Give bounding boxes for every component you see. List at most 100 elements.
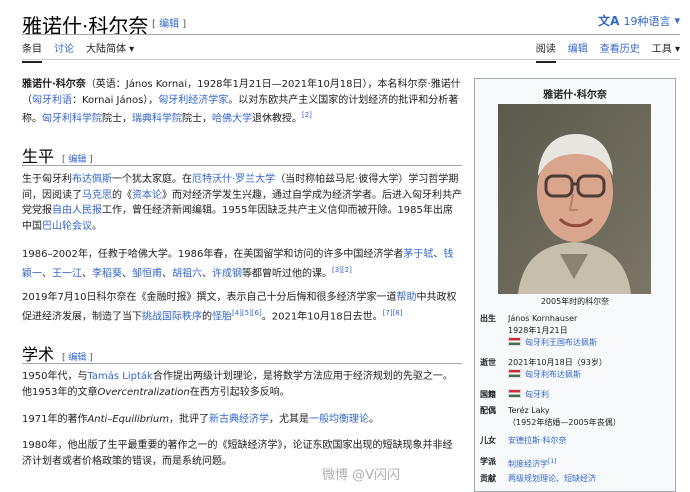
row-value: 2021年10月18日（93岁） 匈牙利布达佩斯 xyxy=(508,357,668,381)
link-person[interactable]: 许成钢 xyxy=(212,268,242,279)
language-selector[interactable]: 文A 19种语言 ▾ xyxy=(598,12,680,29)
text: 1971年的著作 xyxy=(22,414,88,425)
row-value: Teréz Laky （1952年结婚—2005年丧偶） xyxy=(508,405,668,429)
life-paragraph-2: 1986–2002年，任教于哈佛大学。1986年春，在美国留学和访问的许多中国经… xyxy=(22,247,462,281)
link-institutional-economics[interactable]: 制度经济学 xyxy=(508,460,548,469)
row-label: 出生 xyxy=(480,314,496,323)
link-harvard[interactable]: 哈佛大学 xyxy=(212,113,252,124)
intro-text: 院士， xyxy=(182,113,212,125)
title-edit-link[interactable]: [ 编辑 ] xyxy=(152,15,186,30)
infobox-title: 雅诺什·科尔奈 xyxy=(543,90,607,101)
text: 2019年7月10日科尔奈在《金融时报》撰文，表示自己十分后悔和很多经济学家一道 xyxy=(22,292,397,303)
separator: 、 xyxy=(202,267,212,279)
section-heading-life: 生平 [ 编辑 ] xyxy=(22,143,93,167)
section-divider xyxy=(22,363,462,364)
text: 生于匈牙利 xyxy=(22,174,72,185)
hungary-flag-icon xyxy=(508,389,521,398)
spouse-years: （1952年结婚—2005年丧偶） xyxy=(508,418,621,427)
section-heading-academic: 学术 [ 编辑 ] xyxy=(22,341,93,365)
link-person[interactable]: 李稻葵 xyxy=(92,268,122,279)
text: ，批评了 xyxy=(169,414,209,425)
section-edit-link[interactable]: [ 编辑 ] xyxy=(62,155,93,165)
reference-link[interactable]: [3][2] xyxy=(332,266,352,274)
row-value: 匈牙利 xyxy=(508,389,668,401)
academic-paragraph-2: 1971年的著作Anti–Equilibrium，批评了新古典经济学，尤其是一般… xyxy=(22,412,462,428)
infobox-row-spouse: 配偶 Teréz Laky （1952年结婚—2005年丧偶） xyxy=(480,405,668,429)
link-szabad-nep[interactable]: 自由人民报 xyxy=(52,205,102,216)
link-birthplace[interactable]: 匈牙利王国布达佩斯 xyxy=(525,338,597,347)
link-nationality[interactable]: 匈牙利 xyxy=(525,390,549,399)
link-challenge-order[interactable]: 挑战国际秩序 xyxy=(142,311,202,322)
reference-link[interactable]: [2] xyxy=(302,111,312,119)
portrait-image[interactable] xyxy=(498,104,651,294)
life-paragraph-1: 生于匈牙利布达佩斯一个犹太家庭。在厄特沃什·罗兰大学（当时称帕兹马尼·彼得大学）… xyxy=(22,172,462,234)
chevron-down-icon: ▾ xyxy=(674,14,680,27)
link-help[interactable]: 帮助 xyxy=(397,292,417,303)
link-freak[interactable]: 怪胎 xyxy=(212,311,232,322)
row-value: 两级规划理论、短缺经济 xyxy=(508,473,668,485)
link-budapest[interactable]: 布达佩斯 xyxy=(72,174,112,185)
link-hungarian-academy[interactable]: 匈牙利科学院 xyxy=(42,113,102,124)
infobox-row-born: 出生 János Kornhauser 1928年1月21日匈牙利王国布达佩斯 xyxy=(480,313,668,349)
section-title: 生平 xyxy=(22,147,55,166)
link-swedish-academy[interactable]: 瑞典科学院 xyxy=(132,113,182,124)
academic-paragraph-1: 1950年代，与Tamás Lipták合作提出两级计划理论，是将数学方法应用于… xyxy=(22,369,462,400)
spouse-name: Teréz Laky xyxy=(508,406,550,415)
link-elte[interactable]: 厄特沃什·罗兰大学 xyxy=(192,174,275,185)
text: 。 xyxy=(369,414,379,425)
intro-text: ：Kornai János）， xyxy=(72,94,159,106)
infobox-row-children: 儿女 安德拉斯·科尔奈 xyxy=(480,435,668,447)
text: ，尤其是 xyxy=(269,414,309,425)
link-deathplace[interactable]: 匈牙利布达佩斯 xyxy=(525,370,581,379)
reference-link[interactable]: [1] xyxy=(548,458,557,465)
text: 等都曾听过他的课。 xyxy=(242,267,332,279)
infobox-row-contributions: 贡献 两级规划理论、短缺经济 xyxy=(480,473,668,485)
title-edit-label[interactable]: 编辑 xyxy=(159,19,179,30)
link-person[interactable]: 胡祖六 xyxy=(172,268,202,279)
language-count: 19种语言 xyxy=(623,14,671,28)
section-title: 学术 xyxy=(22,345,55,364)
reference-link[interactable]: [7][8] xyxy=(383,309,403,317)
infobox-row-died: 逝世 2021年10月18日（93岁） 匈牙利布达佩斯 xyxy=(480,357,668,381)
link-liptak[interactable]: Tamás Lipták xyxy=(87,371,152,382)
section-divider xyxy=(22,165,462,166)
text: 。 xyxy=(92,220,102,232)
text: 1950年代，与 xyxy=(22,371,88,382)
image-caption: 2005年时的科尔奈 xyxy=(540,297,610,306)
section-edit-link[interactable]: [ 编辑 ] xyxy=(62,353,93,363)
link-das-kapital[interactable]: 资本论 xyxy=(132,190,162,201)
section-edit-label[interactable]: 编辑 xyxy=(68,353,86,363)
link-marx[interactable]: 马克思 xyxy=(82,190,112,201)
link-person[interactable]: 王一江 xyxy=(52,268,82,279)
link-bashan-conference[interactable]: 巴山轮会议 xyxy=(42,221,92,232)
separator: 、 xyxy=(42,267,52,279)
text: 在西方引起较多反响。 xyxy=(189,386,290,398)
title-divider xyxy=(22,34,680,35)
row-value: 安德拉斯·科尔奈 xyxy=(508,435,668,447)
link-person[interactable]: 茅于轼 xyxy=(403,249,433,260)
intro-paragraph: 雅诺什·科尔奈（英语：János Kornai，1928年1月21日—2021年… xyxy=(22,77,462,127)
link-person[interactable]: 邹恒甫 xyxy=(132,268,162,279)
link-hungarian-language[interactable]: 匈牙利语 xyxy=(32,95,72,106)
birth-name: János Kornhauser xyxy=(508,314,578,323)
row-label: 贡献 xyxy=(480,474,496,483)
birth-date: 1928年1月21日 xyxy=(508,326,568,335)
link-child[interactable]: 安德拉斯·科尔奈 xyxy=(508,436,567,445)
link-neoclassical[interactable]: 新古典经济学 xyxy=(209,414,269,425)
reference-link[interactable]: [4][5][6] xyxy=(232,309,262,317)
translate-icon: 文A xyxy=(598,14,620,28)
link-general-equilibrium[interactable]: 一般均衡理论 xyxy=(309,414,369,425)
row-value: 制度经济学[1] xyxy=(508,456,668,471)
work-title: Anti–Equilibrium xyxy=(87,414,169,425)
intro-text: 院士， xyxy=(102,113,132,125)
row-value: János Kornhauser 1928年1月21日匈牙利王国布达佩斯 xyxy=(508,313,668,349)
section-edit-label[interactable]: 编辑 xyxy=(68,155,86,165)
subject-name: 雅诺什·科尔奈 xyxy=(22,79,86,90)
separator: 、 xyxy=(122,267,132,279)
link-contributions[interactable]: 两级规划理论、短缺经济 xyxy=(508,474,596,483)
row-label: 配偶 xyxy=(480,406,496,415)
intro-text: 退休教授。 xyxy=(252,113,302,125)
row-label: 国籍 xyxy=(480,390,496,399)
text: 。2021年10月18日去世。 xyxy=(261,310,383,322)
link-economist[interactable]: 匈牙利经济学家 xyxy=(158,95,228,106)
